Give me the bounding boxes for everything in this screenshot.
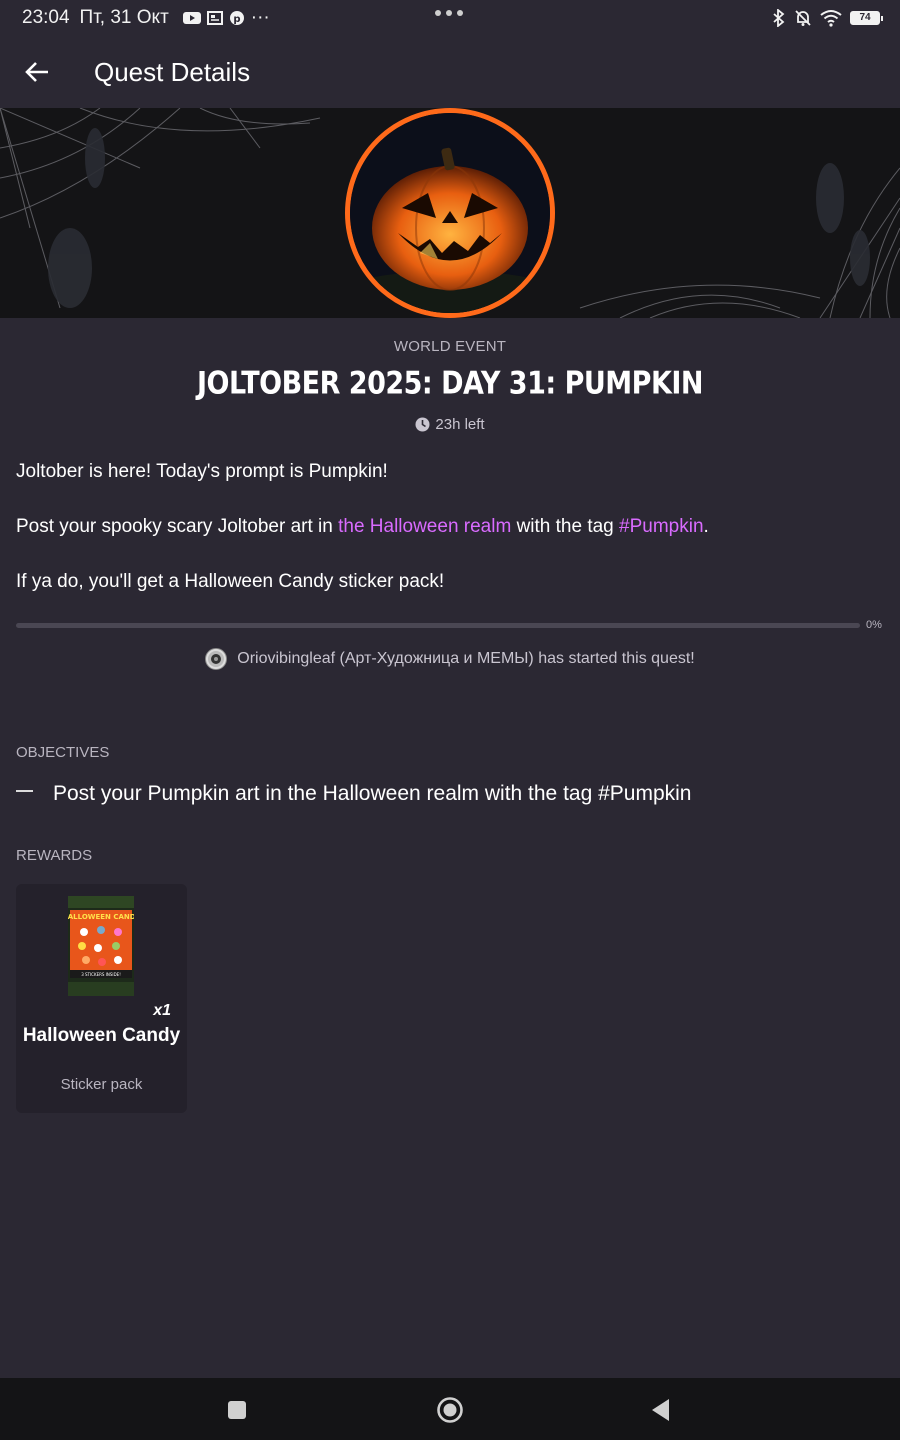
arrow-left-icon [25, 62, 48, 82]
jack-o-lantern-icon [350, 113, 550, 313]
time-left: 23h left [0, 416, 900, 433]
status-right: 74 [772, 9, 883, 27]
desc-text: with the tag [511, 516, 620, 537]
notification-icons: p ··· [182, 7, 270, 29]
progress-track [16, 622, 860, 628]
reward-type: Sticker pack [60, 1076, 143, 1093]
news-icon [206, 11, 223, 25]
more-notifications-icon: ··· [250, 7, 270, 28]
time-left-text: 23h left [435, 416, 485, 433]
reward-card[interactable]: HALLOWEEN CANDY 3 STICKERS INSIDE! x1 Ha… [16, 884, 187, 1113]
status-left: 23:04 Пт, 31 Окт p ··· [22, 7, 270, 29]
sticker-pack-image: HALLOWEEN CANDY 3 STICKERS INSIDE! [68, 896, 134, 996]
quest-description-line1: Joltober is here! Today's prompt is Pump… [16, 461, 388, 482]
battery-icon: 74 [850, 11, 883, 25]
started-by-text: Oriovibingleaf (Арт-Художница и MEMЫ) ha… [237, 650, 695, 667]
objective-item: Post your Pumpkin art in the Halloween r… [16, 782, 691, 806]
wifi-icon [820, 10, 842, 27]
desc-text: Post your spooky scary Joltober art in [16, 516, 339, 537]
rewards-heading: REWARDS [16, 847, 93, 864]
status-bar: 23:04 Пт, 31 Окт p ··· 74 [0, 0, 900, 36]
app-header: Quest Details [0, 36, 900, 108]
desc-text: . [703, 516, 709, 537]
overflow-dots-icon[interactable] [435, 10, 463, 16]
square-icon [228, 1401, 246, 1419]
quest-started-notice: Oriovibingleaf (Арт-Художница и MEMЫ) ha… [0, 648, 900, 670]
home-button[interactable] [436, 1396, 464, 1424]
recents-button[interactable] [223, 1396, 251, 1424]
quest-progress: 0% [16, 619, 886, 631]
home-circle-icon [437, 1397, 463, 1423]
avatar[interactable] [205, 648, 228, 670]
bluetooth-icon [773, 9, 785, 27]
back-nav-button[interactable] [647, 1396, 675, 1424]
page-title: Quest Details [94, 56, 251, 87]
svg-text:p: p [233, 14, 240, 25]
sticker-pack-title: HALLOWEEN CANDY [68, 913, 134, 921]
back-button[interactable] [0, 36, 74, 108]
user-avatar-icon [208, 651, 225, 667]
halloween-realm-link[interactable]: the Halloween realm [338, 516, 511, 537]
objectives-heading: OBJECTIVES [16, 744, 110, 761]
status-date: Пт, 31 Окт [79, 7, 169, 28]
quest-description-line2: Post your spooky scary Joltober art in t… [16, 516, 709, 538]
quest-image [345, 108, 555, 318]
sticker-pack-footer: 3 STICKERS INSIDE! [81, 972, 121, 977]
youtube-icon [182, 12, 201, 24]
reward-quantity: x1 [153, 1002, 171, 1019]
clock-icon [415, 417, 430, 432]
pumpkin-tag-link[interactable]: #Pumpkin [619, 516, 704, 537]
quest-title: JOLTOBER 2025: DAY 31: PUMPKIN [196, 365, 704, 402]
pinterest-icon: p [229, 11, 244, 25]
objective-text: Post your Pumpkin art in the Halloween r… [53, 782, 692, 805]
quest-description-line3: If ya do, you'll get a Halloween Candy s… [16, 571, 445, 592]
reward-name: Halloween Candy [22, 1025, 181, 1046]
system-nav-bar [0, 1378, 900, 1440]
progress-label: 0% [866, 619, 882, 631]
triangle-back-icon [652, 1399, 669, 1421]
dash-icon [16, 790, 33, 792]
quest-banner [0, 108, 900, 318]
bell-off-icon [795, 10, 811, 26]
event-type-label: WORLD EVENT [393, 338, 507, 355]
status-time: 23:04 [22, 7, 70, 28]
